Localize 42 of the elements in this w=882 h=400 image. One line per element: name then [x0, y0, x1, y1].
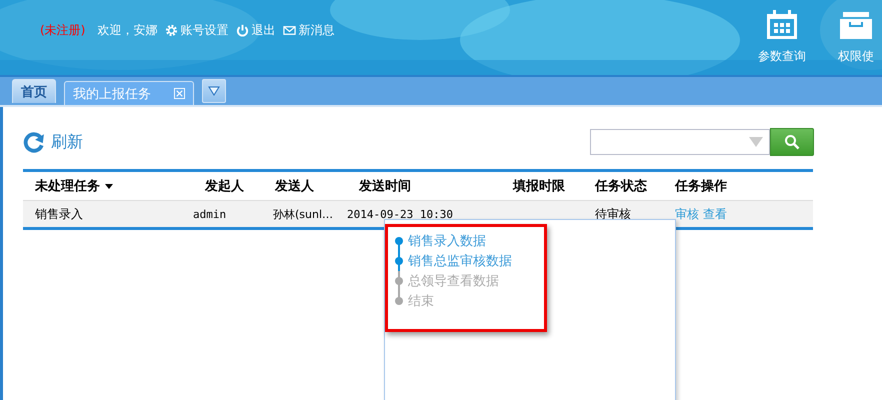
shortcut-button[interactable]: 权限使 [826, 10, 882, 75]
caret-icon [208, 86, 220, 96]
refresh-button[interactable]: 刷新 [23, 131, 83, 153]
table-cell: 销售录入 [35, 206, 83, 220]
close-icon[interactable] [174, 88, 185, 99]
tab[interactable]: 我的上报任务 [64, 81, 194, 105]
power-icon [236, 24, 250, 37]
dropdown-icon [749, 136, 763, 146]
calendar-icon [765, 10, 799, 40]
table-cell: admin [193, 208, 226, 220]
column-header[interactable]: 发送时间 [347, 177, 473, 195]
step-label: 销售录入数据 [408, 233, 486, 250]
table-cell: 待审核 [595, 206, 631, 220]
column-header[interactable]: 未处理任务 [23, 177, 193, 195]
header-link[interactable]: 退出 [236, 22, 276, 39]
caret-icon [105, 184, 113, 188]
drawer-icon [839, 10, 873, 40]
column-header[interactable]: 任务操作 [663, 177, 763, 195]
header-link[interactable]: 新消息 [283, 22, 334, 39]
gear-icon [165, 24, 178, 37]
mail-icon [283, 24, 296, 37]
unregistered-label: (未注册) [40, 22, 86, 39]
step-label: 总领导查看数据 [408, 273, 499, 290]
search-field[interactable] [590, 128, 770, 154]
action-link[interactable]: 审核 [675, 206, 699, 220]
table-cell: 孙林(sunl… [273, 208, 334, 220]
column-header[interactable]: 任务状态 [583, 177, 663, 195]
tab-menu-button[interactable] [202, 79, 226, 103]
column-header[interactable]: 发起人 [193, 177, 263, 195]
search-button[interactable] [770, 128, 814, 156]
tab[interactable]: 首页 [12, 79, 56, 103]
step-label: 结束 [408, 293, 434, 310]
header-link[interactable]: 账号设置 [165, 22, 228, 39]
shortcut-button[interactable]: 参数查询 [752, 10, 812, 75]
refresh-icon [23, 131, 45, 153]
table-cell: 2014-09-23 10:30 [347, 208, 453, 220]
action-link[interactable]: 查看 [703, 206, 727, 220]
step-label: 销售总监审核数据 [408, 253, 512, 270]
welcome-text: 欢迎，安娜 [97, 22, 158, 39]
column-header[interactable]: 填报时限 [473, 177, 583, 195]
search-icon [784, 134, 800, 150]
column-header[interactable]: 发送人 [263, 177, 347, 195]
